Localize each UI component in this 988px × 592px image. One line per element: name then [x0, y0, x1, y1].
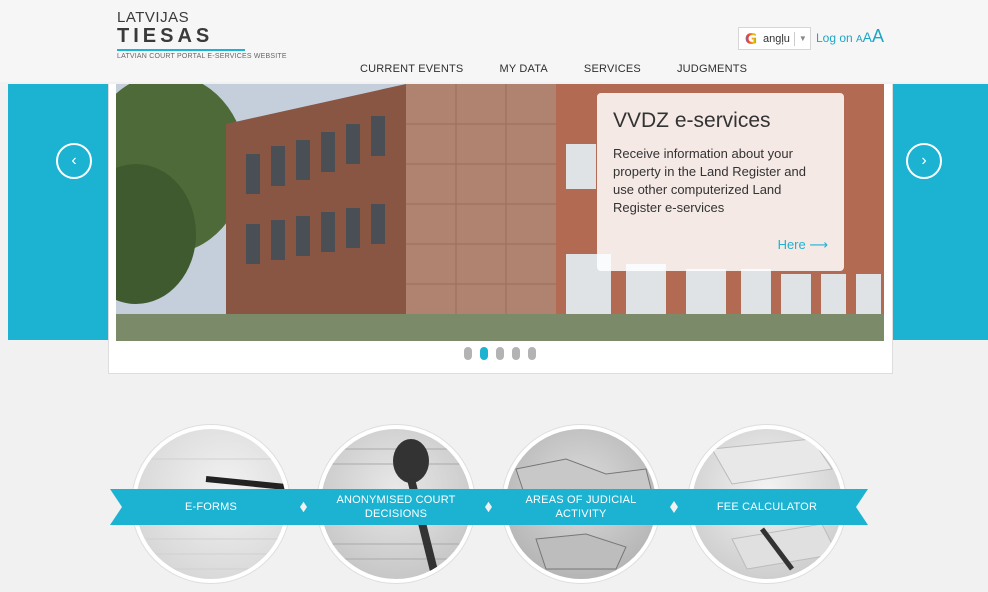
- language-divider: [793, 31, 795, 46]
- service-ribbon: ANONYMISED COURT DECISIONS: [295, 489, 497, 525]
- carousel-band-left: [8, 84, 108, 340]
- carousel-dot[interactable]: [512, 347, 520, 360]
- service-label: AREAS OF JUDICIAL ACTIVITY: [525, 494, 637, 520]
- font-size-small-button[interactable]: A: [856, 34, 863, 45]
- slide-info-card: VVDZ e-services Receive information abou…: [597, 93, 844, 271]
- language-value: angļu: [763, 32, 790, 45]
- logo-subtitle: LATVIAN COURT PORTAL E-SERVICES WEBSITE: [117, 53, 287, 60]
- carousel-dot-active[interactable]: [480, 347, 488, 360]
- service-label: ANONYMISED COURT DECISIONS: [336, 494, 456, 520]
- carousel-dot[interactable]: [496, 347, 504, 360]
- dropdown-arrow-icon: ▼: [798, 34, 807, 43]
- service-anonymised-decisions[interactable]: ANONYMISED COURT DECISIONS: [295, 425, 497, 583]
- slide-here-link[interactable]: Here ⟶: [778, 237, 828, 253]
- logo-line1: LATVIJAS: [117, 9, 190, 26]
- font-size-medium-button[interactable]: A: [863, 29, 872, 45]
- carousel-dot[interactable]: [464, 347, 472, 360]
- site-logo[interactable]: LATVIJAS TIESAS LATVIAN COURT PORTAL E-S…: [117, 9, 287, 60]
- nav-item-judgments[interactable]: JUDGMENTS: [677, 63, 747, 75]
- carousel-band-right: [893, 84, 988, 340]
- carousel-pagination: [464, 347, 544, 360]
- carousel-prev-button[interactable]: ‹: [56, 143, 92, 179]
- nav-item-my-data[interactable]: MY DATA: [499, 63, 547, 75]
- service-fee-calculator[interactable]: FEE CALCULATOR: [666, 425, 868, 583]
- logo-line2: TIESAS: [117, 25, 214, 47]
- service-label: E-FORMS: [184, 501, 238, 513]
- chevron-left-icon: ‹: [71, 152, 77, 169]
- language-select[interactable]: G angļu ▼: [738, 27, 811, 50]
- service-ribbon: FEE CALCULATOR: [666, 489, 868, 525]
- logo-underline: [117, 49, 245, 51]
- main-nav: CURRENT EVENTS MY DATA SERVICES JUDGMENT…: [360, 63, 783, 75]
- slide-description: Receive information about your property …: [613, 146, 806, 215]
- service-ribbon: E-FORMS: [110, 489, 312, 525]
- carousel-next-button[interactable]: ›: [906, 143, 942, 179]
- header: LATVIJAS TIESAS LATVIAN COURT PORTAL E-S…: [0, 0, 988, 82]
- service-ribbon: AREAS OF JUDICIAL ACTIVITY: [480, 489, 682, 525]
- log-on-link[interactable]: Log on: [816, 31, 853, 45]
- chevron-right-icon: ›: [921, 152, 927, 169]
- service-label: FEE CALCULATOR: [716, 501, 818, 513]
- service-judicial-areas[interactable]: AREAS OF JUDICIAL ACTIVITY: [480, 425, 682, 583]
- nav-item-current-events[interactable]: CURRENT EVENTS: [360, 63, 463, 75]
- font-size-control: AAA: [856, 26, 884, 47]
- carousel-dot[interactable]: [528, 347, 536, 360]
- slide-title: VVDZ e-services: [613, 109, 771, 132]
- google-translate-icon: G: [744, 29, 758, 48]
- font-size-large-button[interactable]: A: [872, 26, 884, 46]
- nav-item-services[interactable]: SERVICES: [584, 63, 641, 75]
- service-e-forms[interactable]: E-FORMS: [110, 425, 312, 583]
